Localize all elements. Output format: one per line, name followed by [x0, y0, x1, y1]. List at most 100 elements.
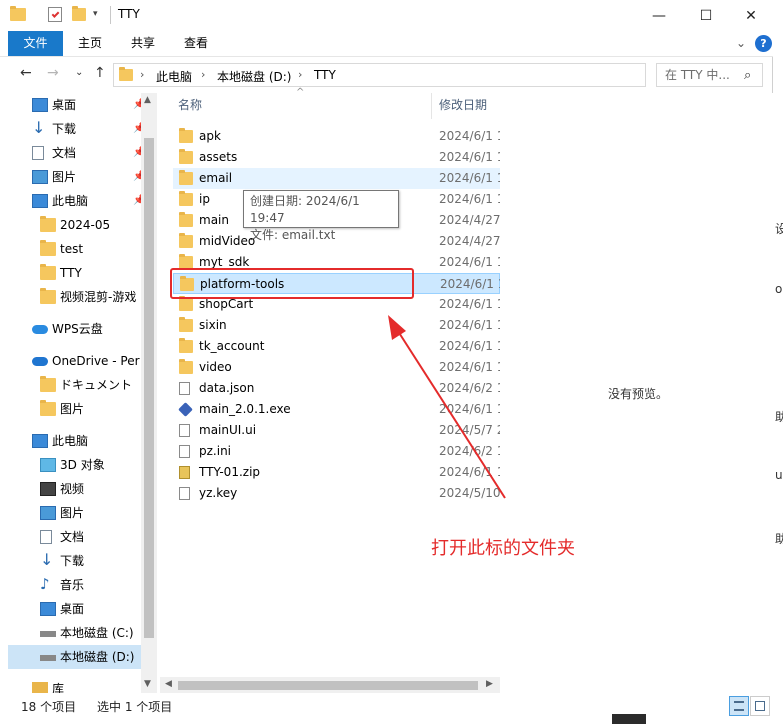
scroll-up-icon[interactable]: ▲ — [144, 95, 151, 105]
customize-quick-access-icon[interactable]: ▾ — [93, 9, 98, 19]
file-row[interactable]: TTY-01.zip 2024/6/1 1 — [173, 462, 500, 483]
nav-item[interactable]: 图片 — [8, 397, 141, 421]
nav-item[interactable]: 图片 — [8, 501, 141, 525]
nav-item-label: 本地磁盘 (C:) — [60, 626, 134, 640]
file-row[interactable]: sixin 2024/6/1 1 — [173, 315, 500, 336]
column-separator[interactable] — [431, 93, 432, 119]
nav-item[interactable]: ♪ 音乐 — [8, 573, 141, 597]
nav-item[interactable]: ドキュメント — [8, 373, 141, 397]
nav-item[interactable]: 视频 — [8, 477, 141, 501]
tab-home[interactable]: 主页 — [68, 31, 112, 56]
search-icon[interactable]: ⌕ — [744, 68, 751, 83]
back-button[interactable]: ← — [20, 65, 32, 81]
nav-item-label: test — [60, 242, 84, 256]
nav-item[interactable]: 此电脑 📌 — [8, 189, 141, 213]
file-row[interactable]: pz.ini 2024/6/2 1 — [173, 441, 500, 462]
file-explorer-window: ▾ TTY — ☐ ✕ 文件 主页 共享 查看 ⌄ ? ← → ⌄ ↑ › 此电… — [0, 0, 773, 724]
help-icon[interactable]: ? — [755, 35, 772, 52]
tooltip-file: 文件: email.txt — [250, 228, 336, 242]
nav-item[interactable]: 2024-05 — [8, 213, 141, 237]
up-button[interactable]: ↑ — [94, 65, 106, 81]
file-date: 2024/5/7 2 — [439, 423, 500, 437]
file-row[interactable]: tk_account 2024/6/1 1 — [173, 336, 500, 357]
nav-item[interactable]: test — [8, 237, 141, 261]
scroll-down-icon[interactable]: ▼ — [144, 679, 151, 689]
file-row[interactable]: assets 2024/6/1 1 — [173, 147, 500, 168]
nav-item[interactable]: 文档 📌 — [8, 141, 141, 165]
folder-icon — [10, 6, 26, 21]
breadcrumb-drive-d[interactable]: 本地磁盘 (D:) — [217, 68, 291, 85]
background-taskbar — [612, 714, 646, 724]
column-header-name[interactable]: 名称 — [178, 93, 202, 119]
file-row[interactable]: data.json 2024/6/2 1 — [173, 378, 500, 399]
recent-locations-button[interactable]: ⌄ — [75, 67, 83, 78]
column-header-date[interactable]: 修改日期 — [439, 93, 487, 119]
minimize-button[interactable]: — — [636, 0, 682, 31]
download-icon: ↓ — [32, 118, 46, 137]
folder-icon — [179, 212, 193, 227]
file-name: TTY-01.zip — [199, 465, 261, 479]
file-list-horizontal-scrollbar[interactable]: ◀ ▶ — [160, 677, 500, 694]
nav-item[interactable]: 文档 — [8, 525, 141, 549]
breadcrumb-separator[interactable]: › — [201, 68, 205, 81]
file-date: 2024/4/27 — [439, 234, 500, 248]
properties-icon[interactable] — [48, 7, 62, 22]
file-date: 2024/6/2 1 — [439, 444, 500, 458]
nav-item-label: TTY — [60, 266, 82, 280]
folder-icon — [179, 149, 193, 164]
nav-item[interactable]: 图片 📌 — [8, 165, 141, 189]
file-row[interactable]: mainUI.ui 2024/5/7 2 — [173, 420, 500, 441]
nav-item[interactable]: WPS云盘 — [8, 317, 141, 341]
breadcrumb-separator[interactable]: › — [298, 68, 302, 81]
file-row[interactable]: email 2024/6/1 1 — [173, 168, 500, 189]
details-view-button[interactable] — [729, 696, 749, 716]
nav-item[interactable]: 此电脑 — [8, 429, 141, 453]
nav-item-label: 文档 — [52, 146, 77, 160]
nav-item[interactable]: 桌面 — [8, 597, 141, 621]
pin-icon: 📌 — [133, 99, 141, 110]
close-button[interactable]: ✕ — [728, 0, 774, 31]
nav-item[interactable]: ↓ 下载 — [8, 549, 141, 573]
breadcrumb-tty[interactable]: TTY — [314, 68, 336, 82]
scroll-left-icon[interactable]: ◀ — [165, 679, 172, 689]
file-row[interactable]: yz.key 2024/5/10 — [173, 483, 500, 504]
nav-item-label: 本地磁盘 (D:) — [60, 650, 135, 664]
nav-item[interactable]: 库 — [8, 677, 141, 693]
file-row[interactable]: main_2.0.1.exe 2024/6/1 1 — [173, 399, 500, 420]
tab-file[interactable]: 文件 — [8, 31, 63, 56]
nav-item-label: WPS云盘 — [52, 322, 103, 336]
file-row[interactable]: video 2024/6/1 1 — [173, 357, 500, 378]
horizontal-scroll-thumb[interactable] — [178, 681, 478, 690]
nav-scrollbar[interactable]: ▲ ▼ — [141, 93, 157, 693]
search-input[interactable] — [657, 64, 739, 86]
nav-item[interactable]: 本地磁盘 (C:) — [8, 621, 141, 645]
nav-item[interactable]: 本地磁盘 (D:) — [8, 645, 141, 669]
nav-item[interactable]: 视频混剪-游戏 — [8, 285, 141, 309]
tab-share[interactable]: 共享 — [121, 31, 165, 56]
nav-item[interactable]: TTY — [8, 261, 141, 285]
nav-item-label: 此电脑 — [52, 194, 89, 208]
breadcrumb-this-pc[interactable]: 此电脑 — [156, 68, 192, 85]
expand-ribbon-icon[interactable]: ⌄ — [736, 36, 746, 50]
nav-item-label: 图片 — [52, 170, 77, 184]
nav-item[interactable]: ↓ 下载 📌 — [8, 117, 141, 141]
nav-item[interactable]: 3D 对象 — [8, 453, 141, 477]
large-icons-view-button[interactable] — [750, 696, 770, 716]
maximize-button[interactable]: ☐ — [683, 0, 729, 31]
nav-item[interactable]: 桌面 📌 — [8, 93, 141, 117]
address-bar[interactable]: › 此电脑 › 本地磁盘 (D:) › TTY ⌄ ↻ — [113, 63, 751, 87]
tab-view[interactable]: 查看 — [174, 31, 218, 56]
breadcrumb-separator[interactable]: › — [140, 68, 144, 81]
file-name: ip — [199, 192, 210, 206]
nav-item[interactable]: OneDrive - Per — [8, 349, 141, 373]
scroll-right-icon[interactable]: ▶ — [486, 679, 493, 689]
search-box[interactable]: ⌕ — [656, 63, 763, 87]
address-row: ← → ⌄ ↑ › 此电脑 › 本地磁盘 (D:) › TTY ⌄ ↻ ⌕ — [0, 57, 773, 93]
nav-scroll-thumb[interactable] — [144, 138, 154, 638]
background-text: u — [775, 468, 783, 482]
file-row[interactable]: apk 2024/6/1 1 — [173, 126, 500, 147]
file-list: 名称 ^ 修改日期 apk 2024/6/1 1 assets 2024/6/1 1e… — [157, 87, 501, 693]
file-date: 2024/4/27 — [439, 213, 500, 227]
new-folder-icon[interactable] — [72, 6, 86, 21]
forward-button[interactable]: → — [47, 65, 59, 81]
